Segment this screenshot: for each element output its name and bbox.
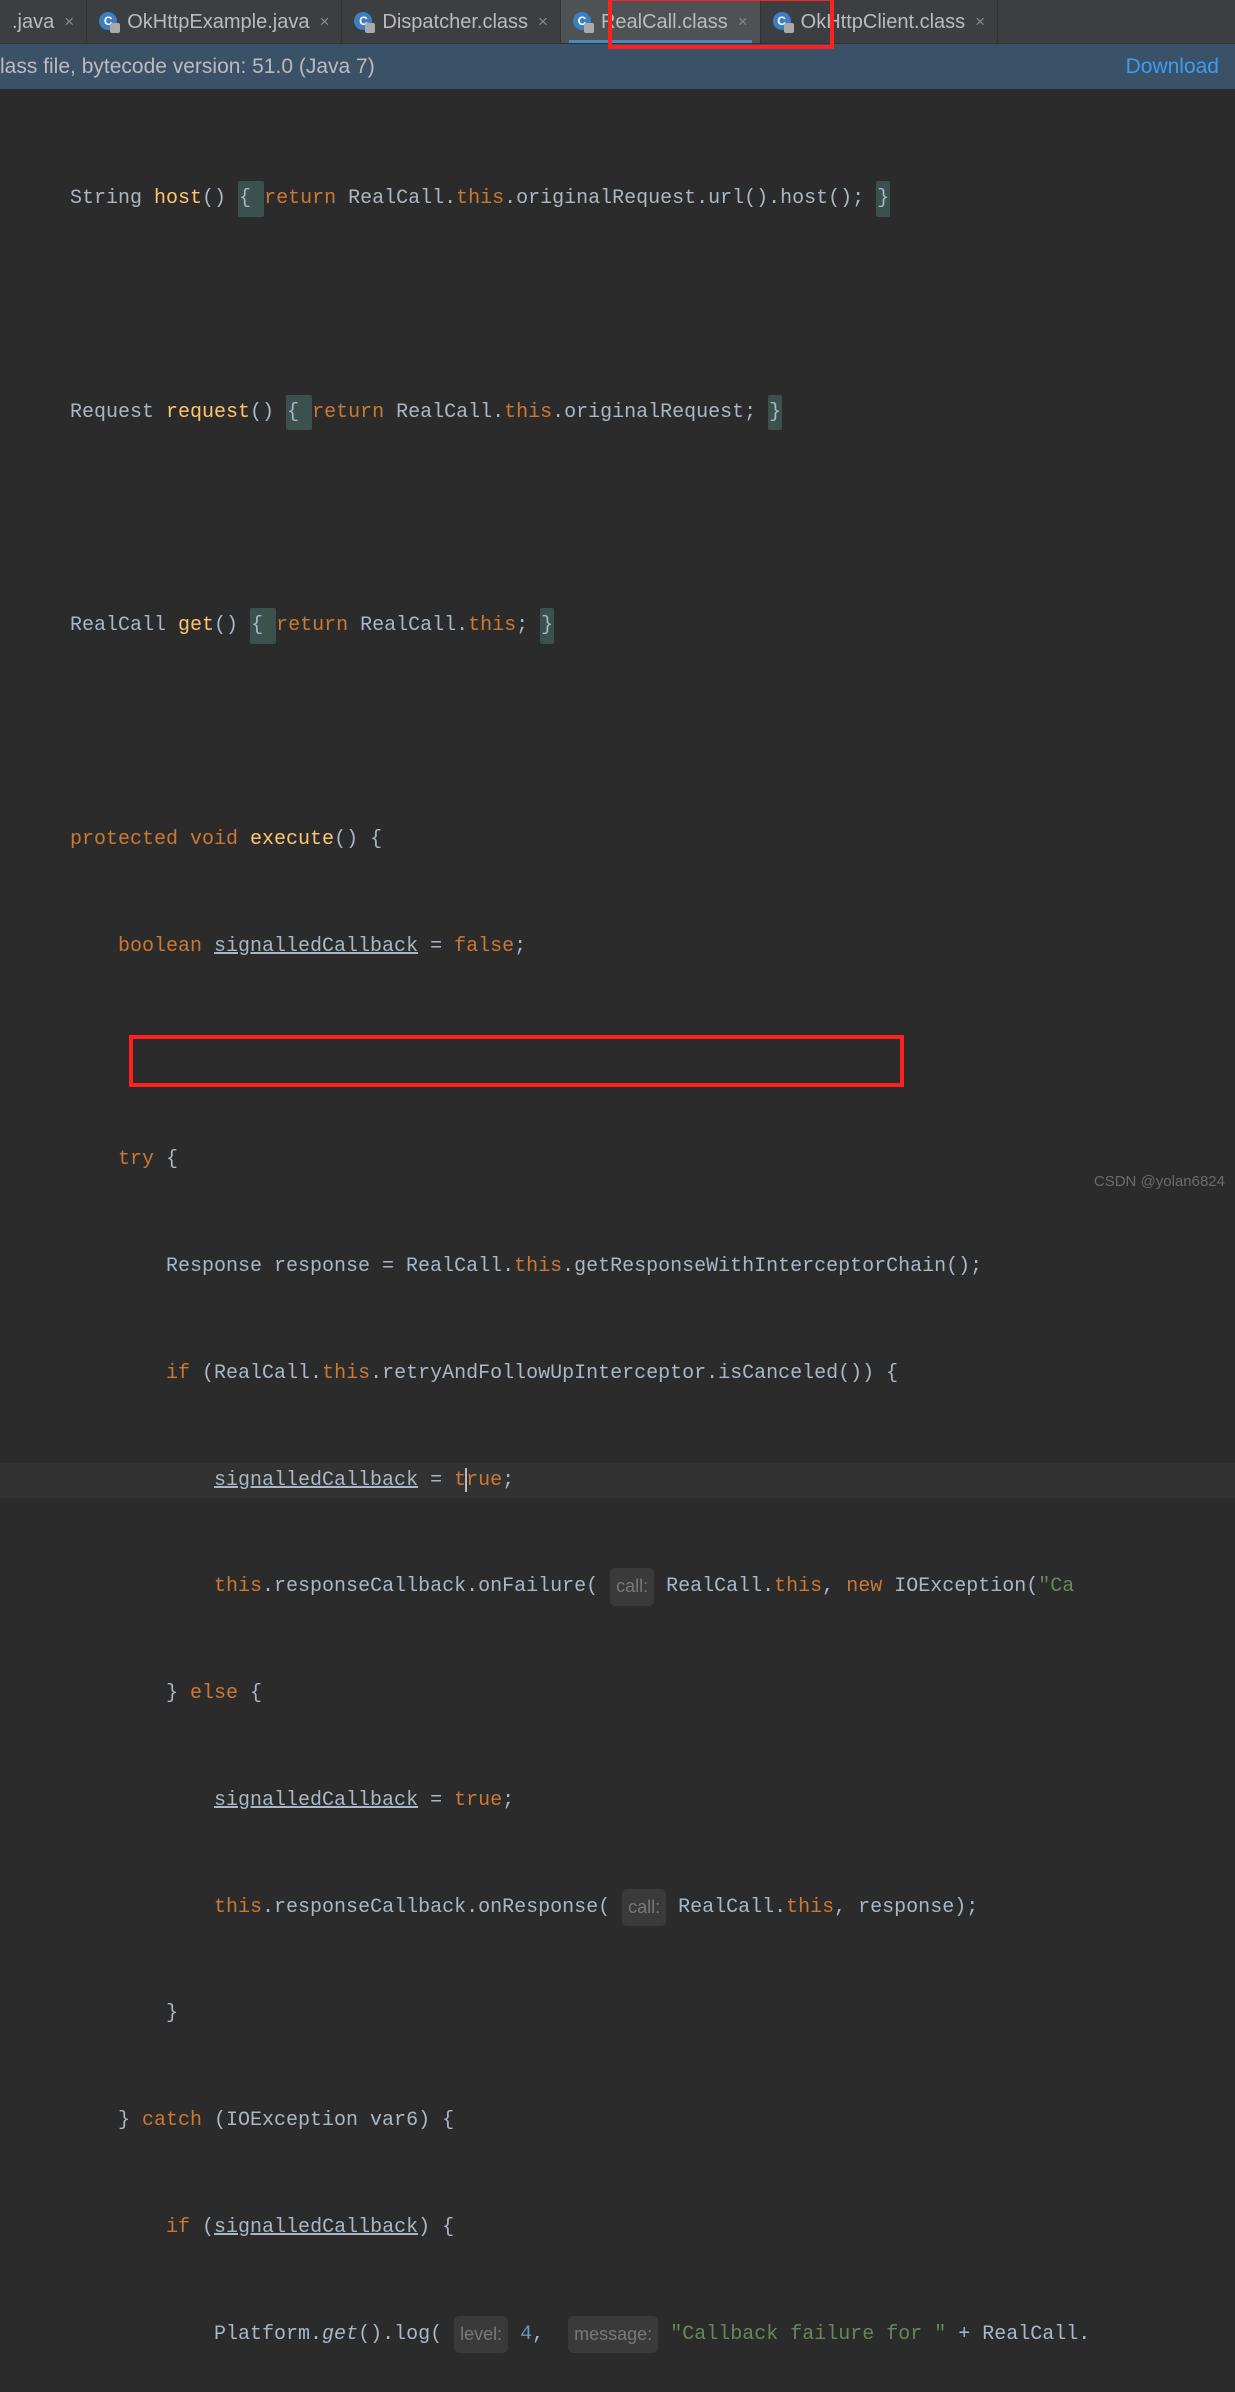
close-icon[interactable]: ×	[973, 12, 987, 32]
info-text: lass file, bytecode version: 51.0 (Java …	[0, 55, 1126, 79]
code-editor[interactable]: String host() { return RealCall.this.ori…	[0, 90, 1235, 2392]
code-line	[0, 502, 1235, 538]
tab-bar: .java × C OkHttpExample.java × C Dispatc…	[0, 0, 1235, 44]
tab-okhttpclient[interactable]: C OkHttpClient.class ×	[761, 0, 998, 44]
code-line: }	[0, 1996, 1235, 2032]
class-file-icon: C	[354, 12, 374, 32]
tab-label: .java	[12, 11, 54, 34]
code-line: Platform.get().log( level: 4, message: "…	[0, 2317, 1235, 2353]
tab-java-partial[interactable]: .java ×	[0, 0, 87, 44]
class-file-icon: C	[773, 12, 793, 32]
close-icon[interactable]: ×	[62, 12, 76, 32]
code-line: if (RealCall.this.retryAndFollowUpInterc…	[0, 1356, 1235, 1392]
param-hint: call:	[622, 1889, 666, 1927]
tab-realcall[interactable]: C RealCall.class ×	[561, 0, 761, 44]
code-line: try {	[0, 1142, 1235, 1178]
decompiled-info-bar: lass file, bytecode version: 51.0 (Java …	[0, 44, 1235, 90]
code-line: } else {	[0, 1676, 1235, 1712]
code-line: String host() { return RealCall.this.ori…	[0, 181, 1235, 217]
code-line: if (signalledCallback) {	[0, 2210, 1235, 2246]
code-line: Response response = RealCall.this.getRes…	[0, 1249, 1235, 1285]
tab-label: Dispatcher.class	[382, 11, 528, 34]
param-hint: message:	[568, 2316, 658, 2354]
java-class-icon: C	[99, 12, 119, 32]
code-line	[0, 715, 1235, 751]
code-line: protected void execute() {	[0, 822, 1235, 858]
code-line	[0, 1035, 1235, 1071]
tab-label: RealCall.class	[601, 11, 728, 34]
download-sources-link[interactable]: Download	[1126, 55, 1235, 79]
code-line: this.responseCallback.onResponse( call: …	[0, 1890, 1235, 1926]
tab-label: OkHttpExample.java	[127, 11, 309, 34]
code-line: this.responseCallback.onFailure( call: R…	[0, 1569, 1235, 1605]
param-hint: level:	[454, 2316, 508, 2354]
code-line: RealCall get() { return RealCall.this; }	[0, 608, 1235, 644]
close-icon[interactable]: ×	[536, 12, 550, 32]
watermark: CSDN @yolan6824	[1094, 1173, 1225, 1190]
tab-dispatcher[interactable]: C Dispatcher.class ×	[342, 0, 561, 44]
code-line: signalledCallback = true;	[0, 1783, 1235, 1819]
code-line	[0, 288, 1235, 324]
tab-label: OkHttpClient.class	[801, 11, 966, 34]
close-icon[interactable]: ×	[317, 12, 331, 32]
param-hint: call:	[610, 1568, 654, 1606]
code-line: boolean signalledCallback = false;	[0, 929, 1235, 965]
tab-okhttpexample[interactable]: C OkHttpExample.java ×	[87, 0, 342, 44]
close-icon[interactable]: ×	[736, 12, 750, 32]
code-line-current: signalledCallback = true;	[0, 1463, 1235, 1499]
class-file-icon: C	[573, 12, 593, 32]
code-line: Request request() { return RealCall.this…	[0, 395, 1235, 431]
code-line: } catch (IOException var6) {	[0, 2103, 1235, 2139]
